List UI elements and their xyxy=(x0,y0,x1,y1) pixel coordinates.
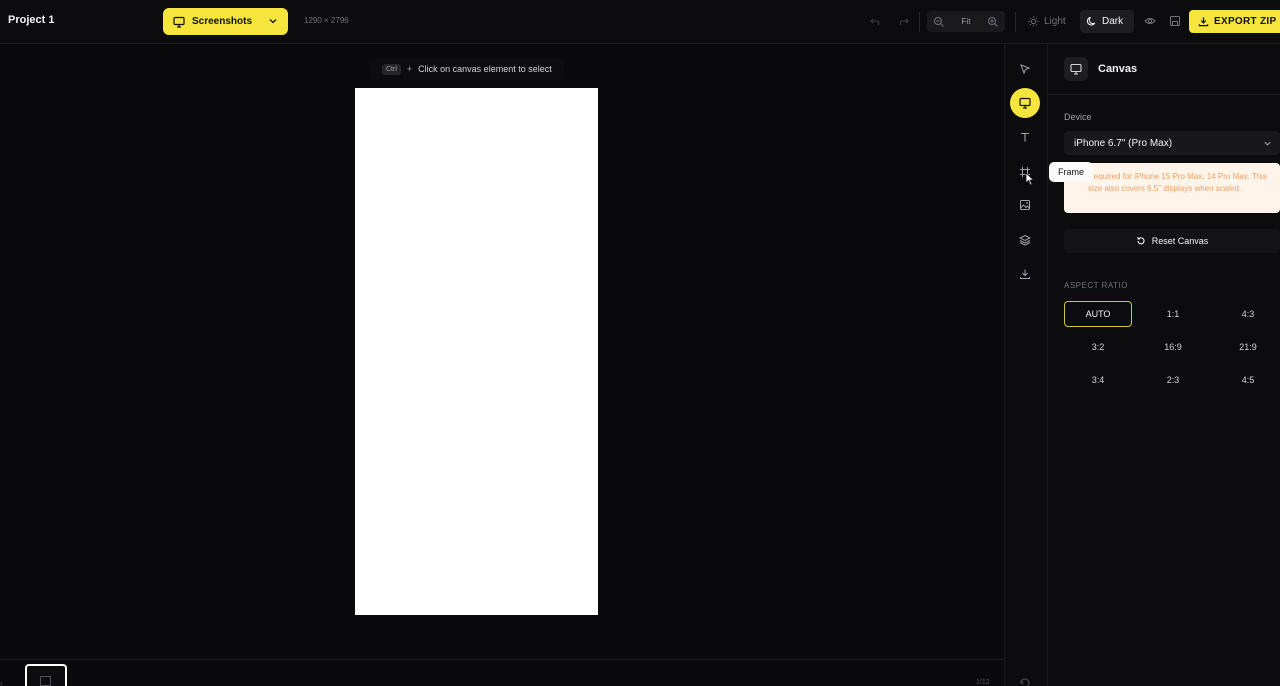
canvas-tool[interactable] xyxy=(1010,88,1040,118)
select-tool[interactable] xyxy=(1016,60,1034,78)
cursor-arrow-icon xyxy=(1020,64,1031,75)
zoom-out-icon[interactable] xyxy=(933,16,945,28)
download-icon xyxy=(1020,269,1030,279)
export-zip-button[interactable]: EXPORT ZIP xyxy=(1189,10,1280,33)
panel-header: Canvas xyxy=(1064,57,1137,81)
aspect-ratio-option[interactable]: 4:5 xyxy=(1214,367,1280,393)
aspect-ratio-option[interactable]: 4:3 xyxy=(1214,301,1280,327)
chevron-down-icon xyxy=(269,19,277,24)
export-tool[interactable] xyxy=(1016,265,1034,283)
download-icon xyxy=(1198,17,1209,27)
aspect-ratio-option[interactable]: 21:9 xyxy=(1214,334,1280,360)
bottom-bar xyxy=(0,659,1004,686)
theme-dark-label: Dark xyxy=(1102,16,1124,27)
mouse-cursor-icon xyxy=(1025,172,1035,186)
hint-text: Click on canvas element to select xyxy=(418,64,552,74)
theme-dark-button[interactable]: Dark xyxy=(1080,10,1134,33)
mode-dropdown-button[interactable]: Screenshots xyxy=(163,8,288,35)
aspect-ratio-option[interactable]: 16:9 xyxy=(1139,334,1207,360)
device-select[interactable]: iPhone 6.7" (Pro Max) xyxy=(1064,131,1280,155)
theme-light-button[interactable]: Light xyxy=(1022,11,1074,32)
image-icon xyxy=(1020,200,1030,210)
scroll-left-arrow[interactable]: ‹ xyxy=(0,679,3,686)
preview-eye-icon[interactable] xyxy=(1144,15,1156,27)
export-label: EXPORT ZIP xyxy=(1214,16,1277,27)
monitor-icon xyxy=(173,16,185,28)
canvas-dimensions: 1290 × 2796 xyxy=(304,16,349,25)
zoom-in-icon[interactable] xyxy=(987,16,999,28)
thumbnail-preview xyxy=(40,676,51,686)
history-icon[interactable] xyxy=(1019,678,1031,686)
screenshot-frame[interactable] xyxy=(355,88,598,615)
divider xyxy=(919,12,920,32)
aspect-ratio-option[interactable]: 3:2 xyxy=(1064,334,1132,360)
moon-icon xyxy=(1086,16,1096,26)
reset-icon xyxy=(1137,237,1145,245)
text-tool[interactable] xyxy=(1016,128,1034,146)
layers-tool[interactable] xyxy=(1016,231,1034,249)
aspect-ratio-option[interactable]: 1:1 xyxy=(1139,301,1207,327)
divider xyxy=(1048,94,1280,95)
monitor-icon xyxy=(1019,97,1031,109)
zoom-fit-button[interactable]: Fit xyxy=(962,17,971,26)
ctrl-key-badge: Ctrl xyxy=(382,63,401,75)
page-count: 1/12 xyxy=(976,679,990,686)
theme-light-label: Light xyxy=(1044,16,1066,27)
reset-label: Reset Canvas xyxy=(1151,236,1209,246)
text-icon xyxy=(1021,132,1029,142)
monitor-icon xyxy=(1064,57,1088,81)
layers-icon xyxy=(1019,234,1031,246)
frame-tooltip: Frame xyxy=(1049,162,1094,182)
save-icon[interactable] xyxy=(1169,15,1181,27)
panel-title: Canvas xyxy=(1098,63,1138,75)
project-title[interactable]: Project 1 xyxy=(8,14,54,26)
selection-hint: Ctrl + Click on canvas element to select xyxy=(370,58,564,80)
hint-plus: + xyxy=(406,64,413,74)
sun-icon xyxy=(1028,16,1039,27)
aspect-ratio-option[interactable]: 2:3 xyxy=(1139,367,1207,393)
device-value: iPhone 6.7" (Pro Max) xyxy=(1074,137,1173,149)
chevron-down-icon xyxy=(1264,141,1271,146)
redo-icon[interactable] xyxy=(896,14,910,28)
mode-label: Screenshots xyxy=(192,16,253,27)
device-label: Device xyxy=(1064,112,1092,122)
zoom-controls: Fit xyxy=(927,11,1005,32)
undo-icon[interactable] xyxy=(869,14,883,28)
aspect-ratio-label: ASPECT RATIO xyxy=(1064,281,1128,290)
reset-canvas-button[interactable]: Reset Canvas xyxy=(1064,229,1280,253)
aspect-ratio-option[interactable]: AUTO xyxy=(1064,301,1132,327)
image-tool[interactable] xyxy=(1016,196,1034,214)
aspect-ratio-option[interactable]: 3:4 xyxy=(1064,367,1132,393)
device-note: Required for iPhone 15 Pro Max, 14 Pro M… xyxy=(1064,163,1280,213)
divider xyxy=(1015,12,1016,32)
